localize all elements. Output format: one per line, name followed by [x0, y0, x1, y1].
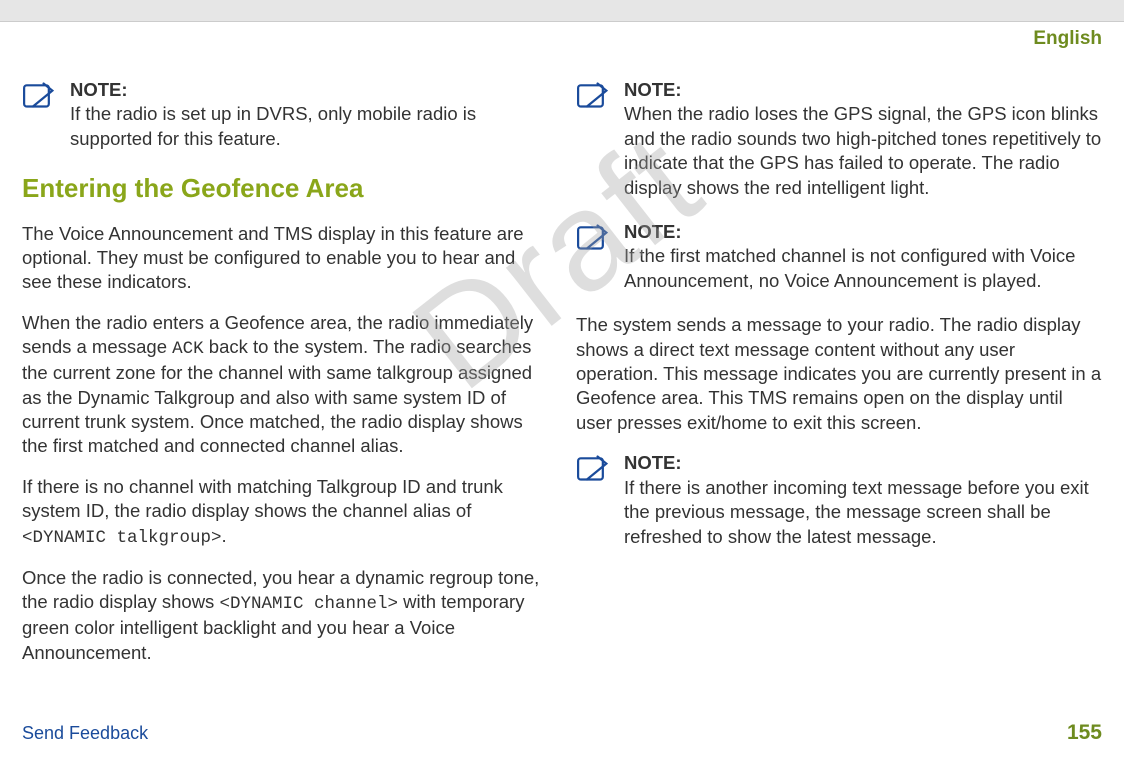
- code-dynamic-talkgroup: <DYNAMIC talkgroup>: [22, 528, 222, 548]
- note-block-incoming: NOTE: If there is another incoming text …: [576, 451, 1102, 549]
- send-feedback-link[interactable]: Send Feedback: [22, 723, 148, 744]
- note-icon: [576, 80, 612, 110]
- page-content: NOTE: If the radio is set up in DVRS, on…: [0, 22, 1124, 681]
- note-text: If the first matched channel is not conf…: [624, 245, 1075, 290]
- note-body: NOTE: If the radio is set up in DVRS, on…: [70, 78, 548, 151]
- note-label: NOTE:: [624, 78, 1102, 102]
- note-body: NOTE: If there is another incoming text …: [624, 451, 1102, 549]
- note-block-gps: NOTE: When the radio loses the GPS signa…: [576, 78, 1102, 200]
- page-number: 155: [1067, 721, 1102, 745]
- top-bar: [0, 0, 1124, 22]
- page-footer: Send Feedback 155: [0, 721, 1124, 745]
- note-body: NOTE: When the radio loses the GPS signa…: [624, 78, 1102, 200]
- paragraph-ack: When the radio enters a Geofence area, t…: [22, 311, 548, 459]
- note-label: NOTE:: [624, 220, 1102, 244]
- note-text: If the radio is set up in DVRS, only mob…: [70, 103, 476, 148]
- note-text: When the radio loses the GPS signal, the…: [624, 103, 1101, 197]
- note-text: If there is another incoming text messag…: [624, 477, 1089, 547]
- code-ack: ACK: [172, 339, 204, 359]
- text-segment: If there is no channel with matching Tal…: [22, 476, 503, 521]
- note-label: NOTE:: [70, 78, 548, 102]
- paragraph-tms: The system sends a message to your radio…: [576, 313, 1102, 435]
- text-segment: .: [222, 525, 227, 546]
- paragraph-connected: Once the radio is connected, you hear a …: [22, 566, 548, 665]
- note-icon: [576, 222, 612, 252]
- language-label: English: [1033, 28, 1102, 50]
- paragraph-nochannel: If there is no channel with matching Tal…: [22, 475, 548, 550]
- right-column: NOTE: When the radio loses the GPS signa…: [576, 78, 1102, 681]
- note-icon: [22, 80, 58, 110]
- code-dynamic-channel: <DYNAMIC channel>: [219, 594, 398, 614]
- left-column: NOTE: If the radio is set up in DVRS, on…: [22, 78, 548, 681]
- paragraph-intro: The Voice Announcement and TMS display i…: [22, 222, 548, 295]
- note-block-dvrs: NOTE: If the radio is set up in DVRS, on…: [22, 78, 548, 151]
- note-icon: [576, 453, 612, 483]
- note-body: NOTE: If the first matched channel is no…: [624, 220, 1102, 293]
- section-heading: Entering the Geofence Area: [22, 171, 548, 205]
- note-label: NOTE:: [624, 451, 1102, 475]
- note-block-voiceann: NOTE: If the first matched channel is no…: [576, 220, 1102, 293]
